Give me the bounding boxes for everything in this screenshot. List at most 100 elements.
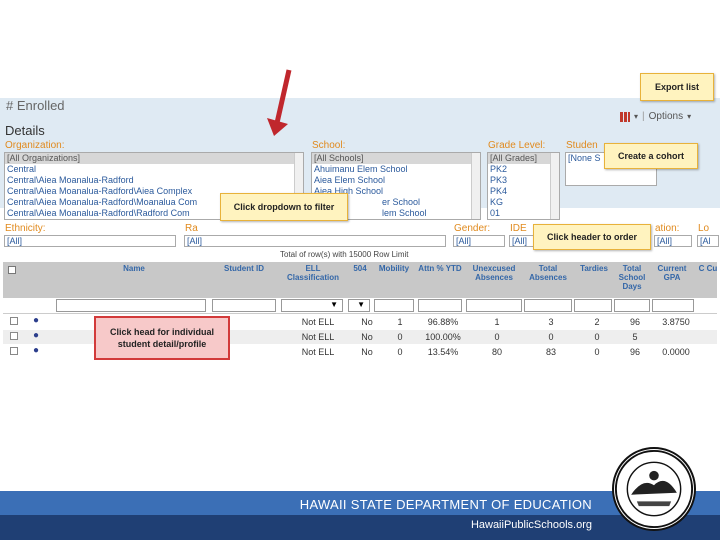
- list-item[interactable]: [All Grades]: [488, 153, 559, 164]
- doe-seal-logo: [612, 447, 696, 531]
- column-header-school-days[interactable]: Total School Days: [614, 264, 650, 291]
- unexcused-cell: 1: [494, 317, 500, 327]
- column-header-student-id[interactable]: Student ID: [212, 264, 276, 273]
- ethnicity-select[interactable]: [All]: [4, 235, 176, 247]
- mobility-cell: 0: [397, 347, 403, 357]
- tardies-cell: 0: [594, 347, 600, 357]
- chevron-down-icon: ▼: [330, 300, 338, 309]
- organization-label: Organization:: [5, 140, 65, 151]
- total-absences-filter-input[interactable]: [524, 299, 572, 312]
- row-checkbox[interactable]: [10, 332, 18, 340]
- mobility-cell: 0: [397, 332, 403, 342]
- list-item[interactable]: [All Schools]: [312, 153, 480, 164]
- callout-create-cohort: Create a cohort: [604, 143, 698, 169]
- gpa-filter-input[interactable]: [652, 299, 694, 312]
- student-head-icon[interactable]: ●: [33, 315, 39, 326]
- list-item[interactable]: Central: [5, 164, 303, 175]
- red-arrow: [267, 69, 292, 136]
- column-header-mobility[interactable]: Mobility: [374, 264, 414, 273]
- column-header-attn[interactable]: Attn % YTD: [418, 264, 462, 273]
- mobility-filter-input[interactable]: [374, 299, 414, 312]
- details-title: Details: [5, 123, 45, 138]
- scrollbar[interactable]: [550, 153, 559, 219]
- attn-cell: 13.54%: [427, 347, 459, 357]
- column-header-tardies[interactable]: Tardies: [574, 264, 614, 273]
- callout-export-list: Export list: [640, 73, 714, 101]
- column-header-gpa[interactable]: Current GPA: [651, 264, 693, 282]
- list-item[interactable]: PK4: [488, 186, 559, 197]
- chevron-down-icon: ▾: [634, 112, 639, 121]
- list-item[interactable]: [All Organizations]: [5, 153, 303, 164]
- row-checkbox[interactable]: [10, 317, 18, 325]
- 504-cell: No: [361, 332, 373, 342]
- total-absences-cell: 0: [548, 332, 554, 342]
- total-absences-cell: 83: [545, 347, 556, 357]
- race-label: Ra: [185, 223, 198, 234]
- school-days-filter-input[interactable]: [614, 299, 650, 312]
- divider: |: [642, 111, 645, 122]
- student-label: Studen: [566, 140, 598, 151]
- column-header-name[interactable]: Name: [100, 264, 168, 273]
- student-head-icon[interactable]: ●: [33, 345, 39, 356]
- classification-label: ation:: [655, 223, 680, 234]
- footer-site: HawaiiPublicSchools.org: [470, 519, 592, 531]
- school-days-cell: 5: [632, 332, 638, 342]
- scrollbar[interactable]: [471, 153, 480, 219]
- list-item[interactable]: Aiea Elem School: [312, 175, 480, 186]
- 504-cell: No: [361, 347, 373, 357]
- list-item[interactable]: 01: [488, 208, 559, 219]
- ell-cell: Not ELL: [301, 347, 335, 357]
- low-label: Lo: [698, 223, 710, 234]
- attn-cell: 96.88%: [427, 317, 459, 327]
- classification-select[interactable]: [All]: [654, 235, 692, 247]
- options-menu[interactable]: ▾ | Options ▾: [620, 111, 691, 122]
- column-header-ell[interactable]: ELL Classification: [280, 264, 346, 282]
- list-item[interactable]: Ahuimanu Elem School: [312, 164, 480, 175]
- unexcused-cell: 0: [494, 332, 500, 342]
- select-all-checkbox[interactable]: [8, 266, 16, 274]
- callout-student-profile: Click head for individual student detail…: [94, 316, 230, 360]
- tardies-cell: 2: [594, 317, 600, 327]
- student-head-icon[interactable]: ●: [33, 330, 39, 341]
- grid-icon[interactable]: [620, 111, 630, 122]
- low-select[interactable]: [Al: [697, 235, 719, 247]
- column-header-total-absences[interactable]: Total Absences: [524, 264, 572, 282]
- grade-level-label: Grade Level:: [488, 140, 546, 151]
- student-id-filter-input[interactable]: [212, 299, 276, 312]
- school-days-cell: 96: [629, 347, 640, 357]
- tardies-filter-input[interactable]: [574, 299, 612, 312]
- column-header-unexcused[interactable]: Unexcused Absences: [466, 264, 522, 282]
- ell-cell: Not ELL: [301, 317, 335, 327]
- ell-filter-dropdown[interactable]: ▼: [281, 299, 343, 312]
- race-select[interactable]: [All]: [184, 235, 446, 247]
- 504-cell: No: [361, 317, 373, 327]
- grade-level-listbox[interactable]: [All Grades] PK2 PK3 PK4 KG 01: [487, 152, 560, 220]
- list-item[interactable]: PK3: [488, 175, 559, 186]
- school-label: School:: [312, 140, 346, 151]
- list-item[interactable]: KG: [488, 197, 559, 208]
- gender-select[interactable]: [All]: [453, 235, 505, 247]
- 504-filter-dropdown[interactable]: ▼: [348, 299, 370, 312]
- attn-filter-input[interactable]: [418, 299, 462, 312]
- ethnicity-label: Ethnicity:: [5, 223, 46, 234]
- chevron-down-icon: ▾: [687, 112, 692, 121]
- column-header-504[interactable]: 504: [348, 264, 372, 273]
- enrolled-title: # Enrolled: [6, 98, 65, 113]
- list-item[interactable]: Central\Aiea Moanalua-Radford: [5, 175, 303, 186]
- callout-dropdown-filter: Click dropdown to filter: [220, 193, 348, 221]
- tardies-cell: 0: [594, 332, 600, 342]
- name-filter-input[interactable]: [56, 299, 206, 312]
- unexcused-filter-input[interactable]: [466, 299, 522, 312]
- slide: # Enrolled Details ▾ | Options ▾ Organiz…: [0, 0, 720, 540]
- list-item[interactable]: PK2: [488, 164, 559, 175]
- column-header-extra[interactable]: C Cu: [698, 264, 718, 273]
- options-label[interactable]: Options: [649, 111, 683, 122]
- row-count-text: Total of row(s) with 15000 Row Limit: [280, 250, 409, 259]
- chevron-down-icon: ▼: [357, 300, 365, 309]
- row-checkbox[interactable]: [10, 347, 18, 355]
- callout-header-order: Click header to order: [533, 224, 651, 250]
- footer-bottom-band: [0, 515, 720, 540]
- gpa-cell: 3.8750: [662, 317, 690, 327]
- ell-cell: Not ELL: [301, 332, 335, 342]
- gender-label: Gender:: [454, 223, 491, 234]
